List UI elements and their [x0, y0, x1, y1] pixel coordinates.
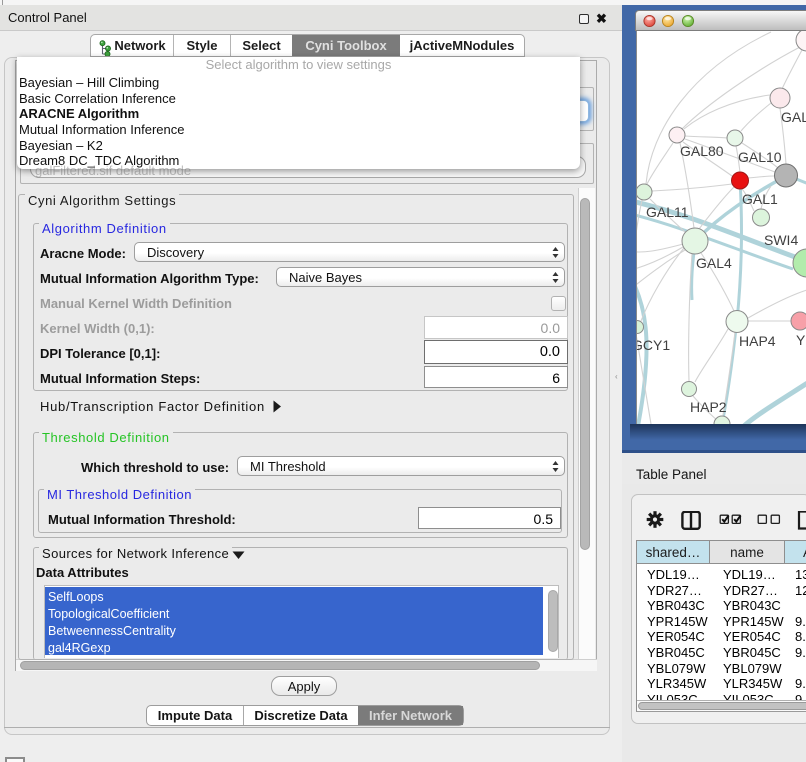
svg-text:Y: Y — [796, 332, 806, 348]
svg-text:GAL1: GAL1 — [742, 191, 778, 207]
svg-text:GAL2: GAL2 — [781, 109, 806, 125]
svg-text:GCY1: GCY1 — [637, 337, 670, 353]
svg-text:SWI4: SWI4 — [764, 232, 798, 248]
svg-text:HAP2: HAP2 — [690, 399, 727, 415]
svg-text:HAP4: HAP4 — [739, 333, 776, 349]
svg-text:GAL80: GAL80 — [680, 143, 724, 159]
svg-text:GAL4: GAL4 — [696, 255, 732, 271]
svg-text:GAL11: GAL11 — [646, 204, 689, 220]
svg-text:GAL10: GAL10 — [738, 149, 782, 165]
